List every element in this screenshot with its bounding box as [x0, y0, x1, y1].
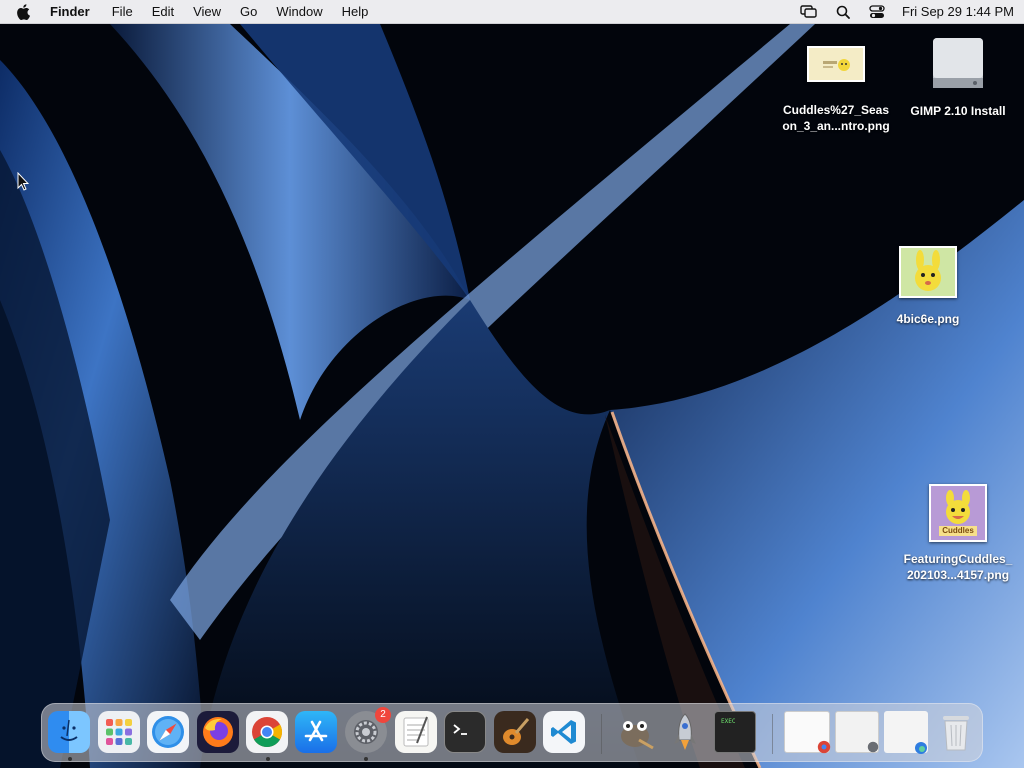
- textedit-icon: [403, 716, 429, 747]
- vscode-icon: [551, 720, 576, 744]
- console-label: EXEC: [721, 718, 736, 725]
- dock-rocket[interactable]: [664, 711, 706, 753]
- dock-gimp[interactable]: [614, 711, 656, 753]
- dock-finder[interactable]: [48, 711, 90, 753]
- screen-mirroring-icon[interactable]: [800, 3, 818, 21]
- desktop-icon-gimp-install[interactable]: GIMP 2.10 Install: [898, 36, 1018, 119]
- firefox-icon: [203, 717, 233, 747]
- dock-terminal[interactable]: [444, 711, 486, 753]
- menu-app-finder[interactable]: Finder: [50, 0, 90, 24]
- running-indicator: [266, 757, 270, 761]
- mouse-cursor-icon: [17, 172, 29, 191]
- desktop-icon-featuring-cuddles[interactable]: Cuddles FeaturingCuddles_ 202103...4157.…: [898, 484, 1018, 583]
- thumbnail-caption: Cuddles: [939, 526, 977, 536]
- desktop-icon-4bic6e[interactable]: 4bic6e.png: [868, 246, 988, 327]
- spotlight-search-icon[interactable]: [834, 3, 852, 21]
- dock-firefox[interactable]: [197, 711, 239, 753]
- menu-go[interactable]: Go: [240, 0, 257, 24]
- menu-help[interactable]: Help: [342, 0, 369, 24]
- control-center-icon[interactable]: [868, 3, 886, 21]
- dock-separator: [601, 714, 602, 754]
- finder-icon: [60, 719, 78, 741]
- dock-console[interactable]: EXEC: [714, 711, 756, 753]
- guitar-icon: [503, 718, 530, 745]
- desktop-icon-label: FeaturingCuddles_: [903, 552, 1013, 566]
- app-store-icon: [304, 720, 328, 742]
- notification-badge: 2: [375, 707, 391, 723]
- dock-textedit[interactable]: [395, 711, 437, 753]
- dock-chrome[interactable]: [246, 711, 288, 753]
- image-thumbnail-icon: [899, 246, 957, 298]
- safari-icon: [152, 716, 184, 748]
- desktop-icon-cuddles-season-intro[interactable]: Cuddles%27_Seas on_3_an...ntro.png: [776, 46, 896, 134]
- dock-launchpad[interactable]: [98, 711, 140, 753]
- gimp-icon: [621, 721, 654, 750]
- running-indicator: [68, 757, 72, 761]
- chrome-icon: [252, 717, 283, 748]
- terminal-icon: [453, 724, 467, 735]
- desktop-icon-label: 4bic6e.png: [896, 312, 960, 326]
- menu-view[interactable]: View: [193, 0, 221, 24]
- edge-icon: [915, 742, 927, 754]
- dock-safari[interactable]: [147, 711, 189, 753]
- desktop-icon-label: Cuddles%27_Seas: [782, 103, 890, 117]
- desktop-icon-label: on_3_an...ntro.png: [782, 119, 890, 133]
- disk-image-icon: [929, 36, 987, 94]
- dock-trash[interactable]: [935, 711, 977, 753]
- launchpad-icon: [106, 719, 132, 745]
- menu-bar: Finder File Edit View Go Window Help Fri…: [0, 0, 1024, 24]
- menu-window[interactable]: Window: [276, 0, 322, 24]
- image-thumbnail-icon: Cuddles: [929, 484, 987, 542]
- dock-minimized-finder-window[interactable]: [835, 711, 879, 753]
- menu-edit[interactable]: Edit: [152, 0, 174, 24]
- running-indicator: [364, 757, 368, 761]
- dock: 2 EXEC: [41, 703, 983, 762]
- image-thumbnail-icon: [807, 46, 865, 82]
- apple-menu-icon[interactable]: [16, 3, 34, 21]
- dock-app-store[interactable]: [295, 711, 337, 753]
- desktop-icon-label: GIMP 2.10 Install: [910, 104, 1006, 118]
- dock-vscode[interactable]: [543, 711, 585, 753]
- dock-garageband[interactable]: [494, 711, 536, 753]
- menu-file[interactable]: File: [112, 0, 133, 24]
- gear-icon: [867, 741, 879, 753]
- dock-minimized-launchpad-window[interactable]: [884, 711, 928, 754]
- dock-separator: [772, 714, 773, 754]
- menu-clock[interactable]: Fri Sep 29 1:44 PM: [902, 4, 1014, 19]
- rocket-icon: [674, 713, 696, 750]
- dock-system-settings[interactable]: 2: [345, 707, 391, 753]
- dock-minimized-chrome-window[interactable]: [784, 711, 831, 754]
- desktop-icon-label: 202103...4157.png: [906, 568, 1010, 582]
- trash-icon: [943, 716, 969, 751]
- chrome-icon: [817, 740, 831, 754]
